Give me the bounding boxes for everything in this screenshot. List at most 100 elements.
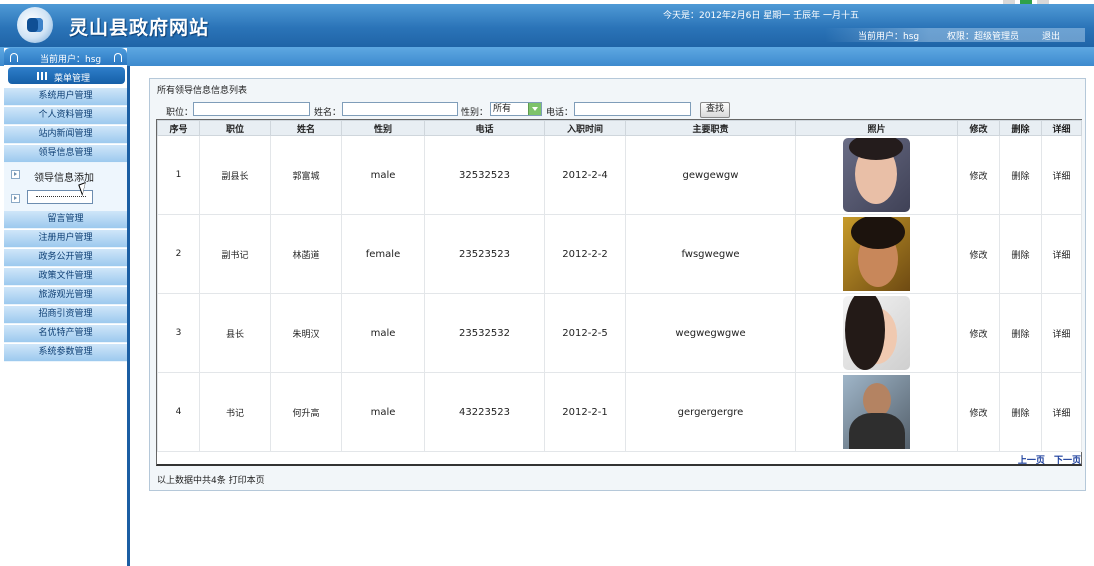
cell-phone: 23523523 (424, 214, 545, 294)
cell-name: 朱明汉 (270, 293, 342, 373)
sidebar-item-news[interactable]: 站内新闻管理 (4, 126, 127, 144)
detail-link[interactable]: 详细 (1041, 135, 1082, 215)
name-label: 姓名： (314, 108, 342, 118)
site-title: 灵山县政府网站 (69, 17, 210, 39)
sidebar-item-registered-users[interactable]: 注册用户管理 (4, 230, 127, 248)
table-row: 4 书记 何升高 male 43223523 2012-2-1 gergerge… (157, 372, 1082, 452)
position-input[interactable] (193, 102, 310, 116)
cell-photo (795, 372, 958, 452)
gender-select[interactable]: 所有 (490, 102, 542, 116)
header-sub-bar (0, 47, 1094, 66)
leader-photo (843, 138, 910, 212)
cell-name: 郭富城 (270, 135, 342, 215)
cell-phone: 32532523 (424, 135, 545, 215)
col-header-no: 序号 (157, 120, 200, 136)
leader-photo (843, 296, 910, 370)
cell-gender: male (341, 293, 425, 373)
delete-link[interactable]: 删除 (999, 135, 1042, 215)
hair-shape (851, 217, 905, 249)
date-line: 今天是：2012年2月6日 星期一 壬辰年 一月十五 (663, 11, 859, 21)
cell-date: 2012-2-1 (544, 372, 626, 452)
prev-page-link[interactable]: 上一页 (1018, 456, 1045, 466)
user-info-bar: 当前用户：hsg 权限：超级管理员 退出 (825, 28, 1085, 42)
table-row: 2 副书记 林菡道 female 23523523 2012-2-2 fwsgw… (157, 214, 1082, 294)
col-header-photo: 照片 (795, 120, 958, 136)
hair-shape (849, 138, 903, 160)
pager: 上一页 下一页 (1012, 453, 1081, 466)
role-label: 权限：超级管理员 (947, 32, 1020, 42)
cell-duty: gergergergre (625, 372, 796, 452)
cell-no: 3 (157, 293, 200, 373)
edit-link[interactable]: 修改 (957, 293, 1000, 373)
sidebar-item-gov-affairs[interactable]: 政务公开管理 (4, 249, 127, 267)
site-logo-icon (17, 7, 53, 43)
cell-gender: male (341, 372, 425, 452)
sidebar-item-specialties[interactable]: 名优特产管理 (4, 325, 127, 343)
col-header-detail: 详细 (1041, 120, 1082, 136)
detail-link[interactable]: 详细 (1041, 214, 1082, 294)
detail-link[interactable]: 详细 (1041, 293, 1082, 373)
face-shape (863, 383, 891, 417)
leader-photo (843, 375, 910, 449)
sidebar-item-system-users[interactable]: 系统用户管理 (4, 88, 127, 106)
cell-phone: 23532532 (424, 293, 545, 373)
delete-link[interactable]: 删除 (999, 293, 1042, 373)
delete-link[interactable]: 删除 (999, 214, 1042, 294)
table-row: 3 县长 朱明汉 male 23532532 2012-2-5 wegwegwg… (157, 293, 1082, 373)
search-row: 职位： 姓名： 性别： 所有 电话： 查找 (150, 101, 1085, 119)
cell-position: 县长 (199, 293, 271, 373)
cell-position: 副县长 (199, 135, 271, 215)
name-input[interactable] (342, 102, 458, 116)
phone-input[interactable] (574, 102, 691, 116)
gender-label: 性别： (461, 108, 489, 118)
sidebar-item-system-params[interactable]: 系统参数管理 (4, 344, 127, 362)
col-header-delete: 删除 (999, 120, 1042, 136)
cell-photo (795, 293, 958, 373)
sub-arrow-icon (11, 170, 20, 179)
search-button[interactable]: 查找 (700, 102, 730, 118)
sidebar-item-leaders[interactable]: 领导信息管理 (4, 145, 127, 163)
cell-duty: fwsgwegwe (625, 214, 796, 294)
cell-gender: male (341, 135, 425, 215)
hook-left-icon (10, 53, 18, 62)
cell-duty: wegwegwgwe (625, 293, 796, 373)
menu-header[interactable]: 菜单管理 (8, 67, 125, 84)
sidebar-user-header: 当前用户：hsg (4, 48, 127, 65)
delete-link[interactable]: 删除 (999, 372, 1042, 452)
leader-list-panel: 所有领导信息信息列表 职位： 姓名： 性别： 所有 电话： 查找 序号 职位 姓… (149, 78, 1086, 491)
cell-date: 2012-2-4 (544, 135, 626, 215)
col-header-duty: 主要职责 (625, 120, 796, 136)
position-label: 职位： (166, 108, 194, 118)
phone-label: 电话： (546, 108, 574, 118)
edit-link[interactable]: 修改 (957, 135, 1000, 215)
cell-duty: gewgewgw (625, 135, 796, 215)
hook-right-icon (114, 53, 122, 62)
col-header-name: 姓名 (270, 120, 342, 136)
detail-link[interactable]: 详细 (1041, 372, 1082, 452)
next-page-link[interactable]: 下一页 (1054, 456, 1081, 466)
leader-photo (843, 217, 910, 291)
cell-no: 1 (157, 135, 200, 215)
sidebar: 当前用户：hsg 菜单管理 系统用户管理 个人资料管理 站内新闻管理 领导信息管… (4, 48, 127, 566)
col-header-position: 职位 (199, 120, 271, 136)
leader-table: 序号 职位 姓名 性别 电话 入职时间 主要职责 照片 修改 删除 详细 1 副… (156, 119, 1082, 466)
cell-position: 副书记 (199, 214, 271, 294)
logout-link[interactable]: 退出 (1042, 29, 1060, 42)
edit-link[interactable]: 修改 (957, 372, 1000, 452)
cell-gender: female (341, 214, 425, 294)
sidebar-user-label: 当前用户：hsg (40, 55, 102, 65)
sidebar-item-profile[interactable]: 个人资料管理 (4, 107, 127, 125)
sidebar-item-tourism[interactable]: 旅游观光管理 (4, 287, 127, 305)
col-header-phone: 电话 (424, 120, 545, 136)
shirt-shape (849, 413, 905, 449)
cell-photo (795, 214, 958, 294)
cell-name: 何升高 (270, 372, 342, 452)
sidebar-item-investment[interactable]: 招商引资管理 (4, 306, 127, 324)
sidebar-item-policy-files[interactable]: 政策文件管理 (4, 268, 127, 286)
sidebar-item-messages[interactable]: 留言管理 (4, 211, 127, 229)
col-header-edit: 修改 (957, 120, 1000, 136)
panel-title: 所有领导信息信息列表 (157, 86, 248, 96)
edit-link[interactable]: 修改 (957, 214, 1000, 294)
col-header-date: 入职时间 (544, 120, 626, 136)
chevron-down-icon[interactable] (528, 103, 541, 115)
